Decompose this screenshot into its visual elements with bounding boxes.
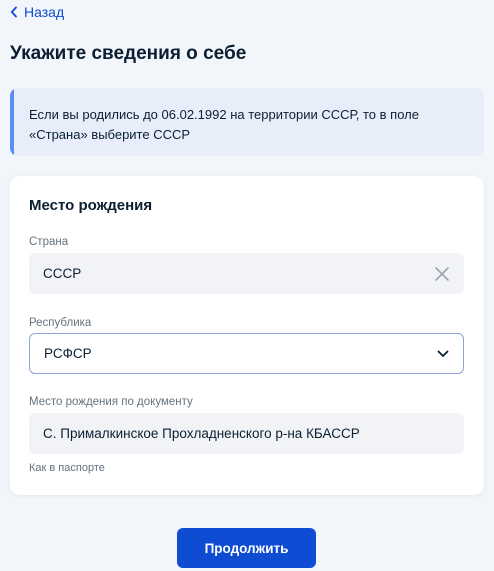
republic-select[interactable]: РСФСР xyxy=(29,333,464,374)
document-place-value: С. Прималкинское Прохладненского р-на КБ… xyxy=(43,426,360,441)
back-link[interactable]: Назад xyxy=(10,4,64,20)
document-place-hint: Как в паспорте xyxy=(29,462,105,474)
birthplace-card: Место рождения Страна СССР Республика РС… xyxy=(10,176,484,495)
document-place-label: Место рождения по документу xyxy=(29,396,193,408)
chevron-down-icon xyxy=(437,350,449,357)
country-field[interactable]: СССР xyxy=(29,253,464,294)
info-banner: Если вы родились до 06.02.1992 на террит… xyxy=(10,88,484,156)
country-label: Страна xyxy=(29,236,69,248)
republic-label: Республика xyxy=(29,317,92,329)
chevron-left-icon xyxy=(10,6,17,18)
page-title: Укажите сведения о себе xyxy=(10,43,247,64)
country-value: СССР xyxy=(43,266,82,281)
close-icon[interactable] xyxy=(434,266,450,282)
page: Назад Укажите сведения о себе Если вы ро… xyxy=(0,0,494,571)
republic-value: РСФСР xyxy=(44,346,92,361)
section-title: Место рождения xyxy=(29,197,153,214)
info-banner-text-line2: «Страна» выберите СССР xyxy=(29,127,191,142)
continue-button[interactable]: Продолжить xyxy=(177,528,316,568)
document-place-input[interactable]: С. Прималкинское Прохладненского р-на КБ… xyxy=(29,413,464,454)
info-banner-text-line1: Если вы родились до 06.02.1992 на террит… xyxy=(29,107,419,122)
back-link-label: Назад xyxy=(24,4,65,20)
